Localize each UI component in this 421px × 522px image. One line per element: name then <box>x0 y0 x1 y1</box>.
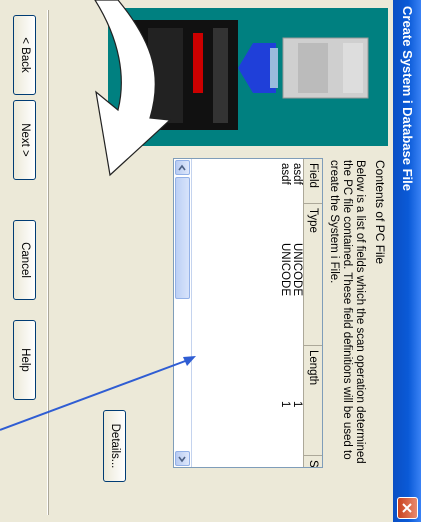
details-button[interactable]: Details... <box>103 410 126 482</box>
cell-field: asdf <box>279 163 291 185</box>
illustration-area <box>0 0 393 146</box>
back-button[interactable]: < Back <box>13 15 36 95</box>
content-heading: Contents of PC File <box>373 160 387 265</box>
scroll-thumb[interactable] <box>175 177 190 299</box>
fields-table[interactable]: Field Type Length S asdf UNICODE 1 asdf … <box>173 158 323 468</box>
close-button[interactable] <box>397 497 418 519</box>
cell-length: 1 <box>291 401 303 408</box>
title-bar[interactable]: Create System i Database File <box>393 0 421 522</box>
cell-type: UNICODE <box>291 243 303 297</box>
column-s[interactable]: S <box>304 456 322 468</box>
scroll-left-button[interactable] <box>175 160 190 175</box>
content-description: Below is a list of fields which the scan… <box>328 160 366 464</box>
separator <box>47 10 49 515</box>
cancel-button[interactable]: Cancel <box>13 220 36 300</box>
cell-type: UNICODE <box>279 243 291 297</box>
cell-length: 1 <box>279 401 291 408</box>
horizontal-scrollbar[interactable] <box>174 159 192 467</box>
close-icon <box>402 503 413 513</box>
table-row[interactable]: asdf UNICODE 1 <box>291 159 303 467</box>
chevron-left-icon <box>178 164 187 170</box>
column-length[interactable]: Length <box>304 346 322 456</box>
wizard-illustration <box>108 8 388 146</box>
cell-field: asdf <box>291 163 303 185</box>
chevron-right-icon <box>178 456 187 462</box>
table-header: Field Type Length S <box>303 159 322 468</box>
column-field[interactable]: Field <box>304 159 322 204</box>
dialog-window: Create System i Database File Contents o… <box>0 0 421 522</box>
help-button[interactable]: Help <box>13 320 36 400</box>
scroll-right-button[interactable] <box>175 451 190 466</box>
column-type[interactable]: Type <box>304 204 322 346</box>
window-title: Create System i Database File <box>400 6 415 191</box>
next-button[interactable]: Next > <box>13 100 36 180</box>
table-row[interactable]: asdf UNICODE 1 <box>279 159 291 467</box>
